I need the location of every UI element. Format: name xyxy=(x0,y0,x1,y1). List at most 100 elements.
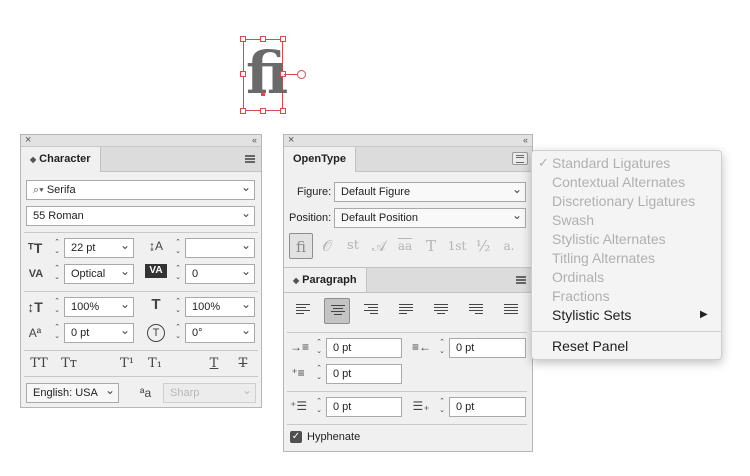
tab-paragraph[interactable]: ◆ Paragraph xyxy=(284,268,367,292)
indent-right-field[interactable]: 0 pt xyxy=(449,338,526,358)
indent-left-icon: →≡ xyxy=(290,340,310,354)
chevron-down-icon[interactable] xyxy=(238,181,254,199)
space-after-icon: ☰₊ xyxy=(412,399,430,413)
superscript-button[interactable]: T¹ xyxy=(116,356,138,372)
standard-ligatures-button[interactable]: ﬁ xyxy=(289,233,313,259)
stepper[interactable]: ⌃ ⌄ xyxy=(313,397,325,417)
baseline-shift-field[interactable]: 0 pt xyxy=(64,323,134,343)
justify-center-button[interactable] xyxy=(428,298,454,324)
stepper[interactable]: ⌃ ⌄ xyxy=(313,364,325,384)
hyphenate-label: Hyphenate xyxy=(307,431,361,443)
chevron-down-icon[interactable] xyxy=(238,298,254,316)
chevron-down-icon[interactable] xyxy=(238,265,254,283)
stepper[interactable]: ⌃ ⌄ xyxy=(436,397,448,417)
stepper[interactable]: ⌃ ⌄ xyxy=(51,238,63,258)
chevron-down-icon[interactable] xyxy=(117,265,133,283)
justify-left-button[interactable] xyxy=(393,298,419,324)
frame-handle-top-left[interactable] xyxy=(240,36,246,42)
underline-button[interactable]: T xyxy=(203,356,225,372)
chevron-down-icon[interactable] xyxy=(117,239,133,257)
submenu-arrow-icon: ▶ xyxy=(700,309,708,320)
discretionary-ligatures-button[interactable]: st xyxy=(341,233,365,259)
divider xyxy=(24,232,258,233)
panel-menu-icon[interactable] xyxy=(512,152,528,165)
close-icon[interactable]: × xyxy=(25,134,31,146)
tab-label: OpenType xyxy=(293,153,346,165)
frame-handle-bottom-left[interactable] xyxy=(240,108,246,114)
horizontal-scale-value: 100% xyxy=(192,301,221,313)
stepper[interactable]: ⌃ ⌄ xyxy=(172,297,184,317)
chevron-down-icon[interactable] xyxy=(102,384,118,402)
strikethrough-button[interactable]: T xyxy=(232,356,254,372)
horizontal-scale-field[interactable]: 100% xyxy=(185,297,255,317)
space-after-field[interactable]: 0 pt xyxy=(449,397,526,417)
font-style-field[interactable]: 55 Roman xyxy=(26,206,255,226)
stepper[interactable]: ⌃ ⌄ xyxy=(172,264,184,284)
tracking-field[interactable]: 0 xyxy=(185,264,255,284)
contextual-alternates-button[interactable]: 𝒪 xyxy=(315,233,339,259)
tab-bar: OpenType xyxy=(284,147,532,172)
justify-right-button[interactable] xyxy=(463,298,489,324)
stepper[interactable]: ⌃ ⌄ xyxy=(51,264,63,284)
tab-character[interactable]: ◆ Character xyxy=(21,147,101,172)
align-right-button[interactable] xyxy=(358,298,384,324)
collapse-icon[interactable]: ‹‹ xyxy=(523,134,528,146)
justify-left-icon xyxy=(399,304,413,316)
stepper[interactable]: ⌃ ⌄ xyxy=(51,323,63,343)
chevron-down-icon[interactable] xyxy=(117,324,133,342)
frame-handle-bottom[interactable] xyxy=(260,108,266,114)
stepper[interactable]: ⌃ ⌄ xyxy=(436,338,448,358)
indent-first-line-field[interactable]: 0 pt xyxy=(326,364,402,384)
chevron-down-icon[interactable] xyxy=(509,183,525,201)
chevron-down-icon[interactable] xyxy=(238,324,254,342)
subscript-button[interactable]: T₁ xyxy=(144,356,166,372)
indent-left-field[interactable]: 0 pt xyxy=(326,338,402,358)
justify-all-button[interactable] xyxy=(498,298,524,324)
font-family-field[interactable]: ⌕▾ Serifa xyxy=(26,180,255,200)
stylistic-sets-button[interactable]: a. xyxy=(497,233,521,259)
stylistic-alternates-button[interactable]: aa xyxy=(393,233,417,259)
titling-alternates-button[interactable]: T xyxy=(419,233,443,259)
small-caps-button[interactable]: Tт xyxy=(58,356,80,372)
stepper[interactable]: ⌃ ⌄ xyxy=(172,238,184,258)
vertical-scale-field[interactable]: 100% xyxy=(64,297,134,317)
fractions-button[interactable]: ½ xyxy=(471,233,495,259)
font-size-value: 22 pt xyxy=(71,242,96,254)
panel-menu-icon[interactable] xyxy=(516,276,526,284)
chevron-down-icon[interactable] xyxy=(117,298,133,316)
position-select[interactable]: Default Position xyxy=(334,208,526,228)
stepper[interactable]: ⌃ ⌄ xyxy=(313,338,325,358)
tab-opentype[interactable]: OpenType xyxy=(284,147,356,172)
language-select[interactable]: English: USA xyxy=(26,383,119,403)
align-center-button[interactable] xyxy=(324,298,350,324)
kerning-field[interactable]: Optical xyxy=(64,264,134,284)
chevron-down-icon[interactable] xyxy=(238,239,254,257)
skew-field[interactable]: 0° xyxy=(185,323,255,343)
all-caps-button[interactable]: TT xyxy=(28,356,50,372)
leading-field[interactable] xyxy=(185,238,255,258)
close-icon[interactable]: × xyxy=(288,134,294,146)
figure-select[interactable]: Default Figure xyxy=(334,182,526,202)
frame-handle-top-right[interactable] xyxy=(280,36,286,42)
menu-item-reset-panel[interactable]: Reset Panel xyxy=(552,338,628,354)
selected-text-frame[interactable]: fi xyxy=(243,39,288,111)
frame-handle-top[interactable] xyxy=(260,36,266,42)
font-size-field[interactable]: 22 pt xyxy=(64,238,134,258)
baseline-marker xyxy=(261,92,265,96)
stepper[interactable]: ⌃ ⌄ xyxy=(51,297,63,317)
frame-handle-bottom-right[interactable] xyxy=(280,108,286,114)
frame-handle-left[interactable] xyxy=(240,71,246,77)
space-before-field[interactable]: 0 pt xyxy=(326,397,402,417)
chevron-down-icon[interactable] xyxy=(238,207,254,225)
menu-item-stylistic-sets[interactable]: Stylistic Sets xyxy=(552,307,631,323)
collapse-icon[interactable]: ‹‹ xyxy=(252,134,257,146)
swash-button[interactable]: 𝒜 xyxy=(367,233,391,259)
chevron-down-icon[interactable] xyxy=(509,209,525,227)
stepper[interactable]: ⌃ ⌄ xyxy=(172,323,184,343)
hyphenate-checkbox[interactable]: ✓ xyxy=(290,431,302,443)
panel-menu-icon[interactable] xyxy=(245,155,255,163)
align-left-button[interactable] xyxy=(290,298,316,324)
out-port[interactable] xyxy=(297,70,306,79)
paragraph-tab-bar: ◆ Paragraph xyxy=(284,267,532,293)
ordinals-button[interactable]: 1st xyxy=(445,233,469,259)
